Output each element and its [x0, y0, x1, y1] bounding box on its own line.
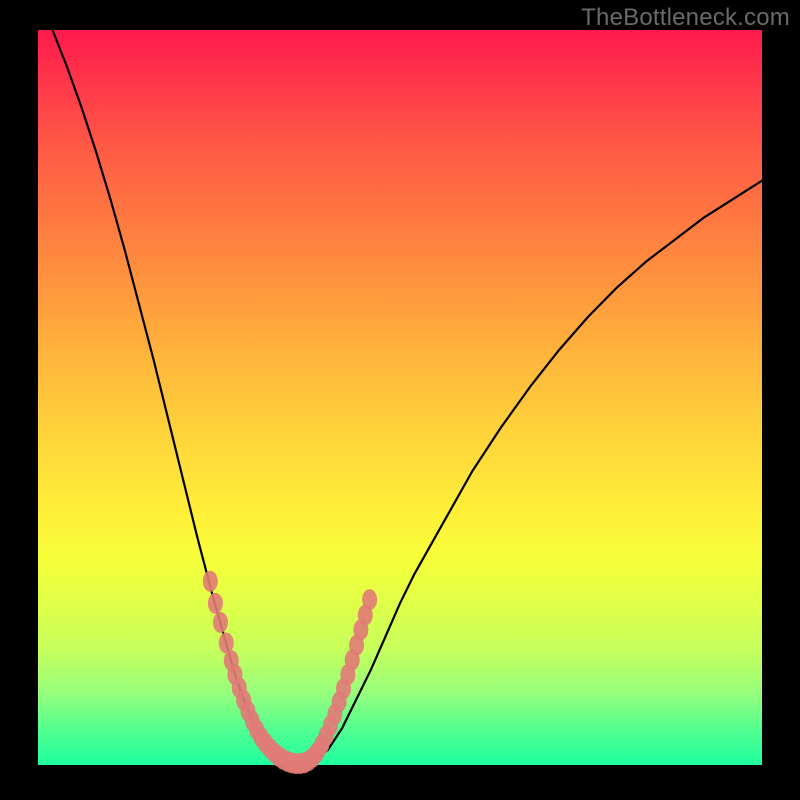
data-marker: [203, 571, 218, 592]
marker-group: [203, 571, 377, 774]
data-marker: [213, 612, 228, 633]
data-marker: [208, 593, 223, 614]
watermark-text: TheBottleneck.com: [581, 4, 790, 32]
bottleneck-chart: [38, 30, 762, 765]
data-marker: [362, 589, 377, 610]
chart-frame: TheBottleneck.com: [0, 0, 800, 800]
bottleneck-curve: [52, 30, 762, 764]
